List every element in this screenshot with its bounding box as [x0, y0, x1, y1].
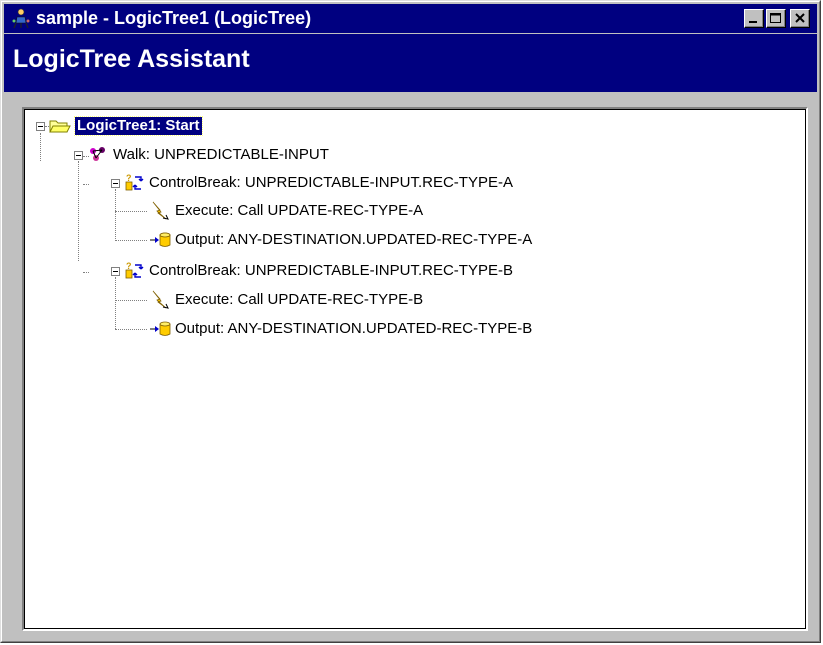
- close-button[interactable]: [790, 9, 810, 28]
- tree-connector: [83, 272, 89, 274]
- tree-connector: [115, 329, 147, 331]
- tree-node-output-a[interactable]: Output: ANY-DESTINATION.UPDATED-REC-TYPE…: [149, 230, 532, 250]
- collapse-toggle[interactable]: [111, 267, 120, 276]
- tree-connector: [115, 300, 147, 302]
- lightning-icon: [152, 290, 169, 309]
- assistant-title: LogicTree Assistant: [13, 45, 250, 73]
- tree-node-walk[interactable]: Walk: UNPREDICTABLE-INPUT: [87, 145, 329, 165]
- maximize-button[interactable]: [766, 9, 786, 28]
- tree-connector: [115, 240, 147, 242]
- tree-node-label: ControlBreak: UNPREDICTABLE-INPUT.REC-TY…: [149, 262, 513, 279]
- tree-node-label: Execute: Call UPDATE-REC-TYPE-A: [175, 202, 424, 219]
- tree-node-label: Walk: UNPREDICTABLE-INPUT: [113, 146, 329, 163]
- tree-node-output-b[interactable]: Output: ANY-DESTINATION.UPDATED-REC-TYPE…: [149, 319, 532, 339]
- logic-tree-view[interactable]: LogicTree1: Start Walk: UNPREDICTABLE-IN…: [24, 109, 806, 629]
- tree-node-controlbreak-b[interactable]: ? ControlBreak: UNPREDICTABLE-INPUT.REC-…: [123, 261, 513, 281]
- assistant-header: LogicTree Assistant: [4, 34, 817, 92]
- tree-connector: [83, 184, 89, 186]
- svg-text:?: ?: [126, 173, 132, 183]
- title-bar[interactable]: sample - LogicTree1 (LogicTree): [4, 4, 817, 33]
- tree-node-label: LogicTree1: Start: [74, 116, 203, 136]
- tree-connector: [115, 277, 117, 329]
- logic-tree-panel[interactable]: LogicTree1: Start Walk: UNPREDICTABLE-IN…: [22, 107, 808, 631]
- output-database-icon: [150, 232, 171, 247]
- lightning-icon: [152, 201, 169, 220]
- tree-connector: [40, 133, 42, 161]
- folder-open-icon: [49, 120, 71, 133]
- tree-connector: [78, 161, 80, 261]
- application-window: sample - LogicTree1 (LogicTree) LogicTre…: [0, 0, 821, 643]
- tree-node-root[interactable]: LogicTree1: Start: [49, 116, 203, 136]
- tree-connector: [115, 211, 147, 213]
- controlbreak-icon: ?: [125, 173, 144, 191]
- minimize-button[interactable]: [744, 9, 764, 28]
- collapse-toggle[interactable]: [36, 122, 45, 131]
- tree-node-controlbreak-a[interactable]: ? ControlBreak: UNPREDICTABLE-INPUT.REC-…: [123, 173, 513, 193]
- close-icon: [795, 13, 805, 23]
- window-title: sample - LogicTree1 (LogicTree): [36, 8, 312, 28]
- tree-node-label: Execute: Call UPDATE-REC-TYPE-B: [175, 291, 424, 308]
- tree-node-execute-a[interactable]: Execute: Call UPDATE-REC-TYPE-A: [149, 201, 423, 221]
- tree-node-label: ControlBreak: UNPREDICTABLE-INPUT.REC-TY…: [149, 174, 513, 191]
- tree-node-execute-b[interactable]: Execute: Call UPDATE-REC-TYPE-B: [149, 290, 423, 310]
- maximize-icon: [770, 13, 781, 23]
- collapse-toggle[interactable]: [111, 179, 120, 188]
- walk-icon: [90, 147, 105, 161]
- output-database-icon: [150, 321, 171, 336]
- tree-connector: [115, 189, 117, 239]
- tree-node-label: Output: ANY-DESTINATION.UPDATED-REC-TYPE…: [175, 231, 533, 248]
- collapse-toggle[interactable]: [74, 151, 83, 160]
- tree-node-label: Output: ANY-DESTINATION.UPDATED-REC-TYPE…: [175, 320, 533, 337]
- people-app-icon: [12, 8, 30, 29]
- controlbreak-icon: ?: [125, 261, 144, 279]
- minimize-icon: [749, 21, 757, 23]
- svg-text:?: ?: [126, 261, 132, 271]
